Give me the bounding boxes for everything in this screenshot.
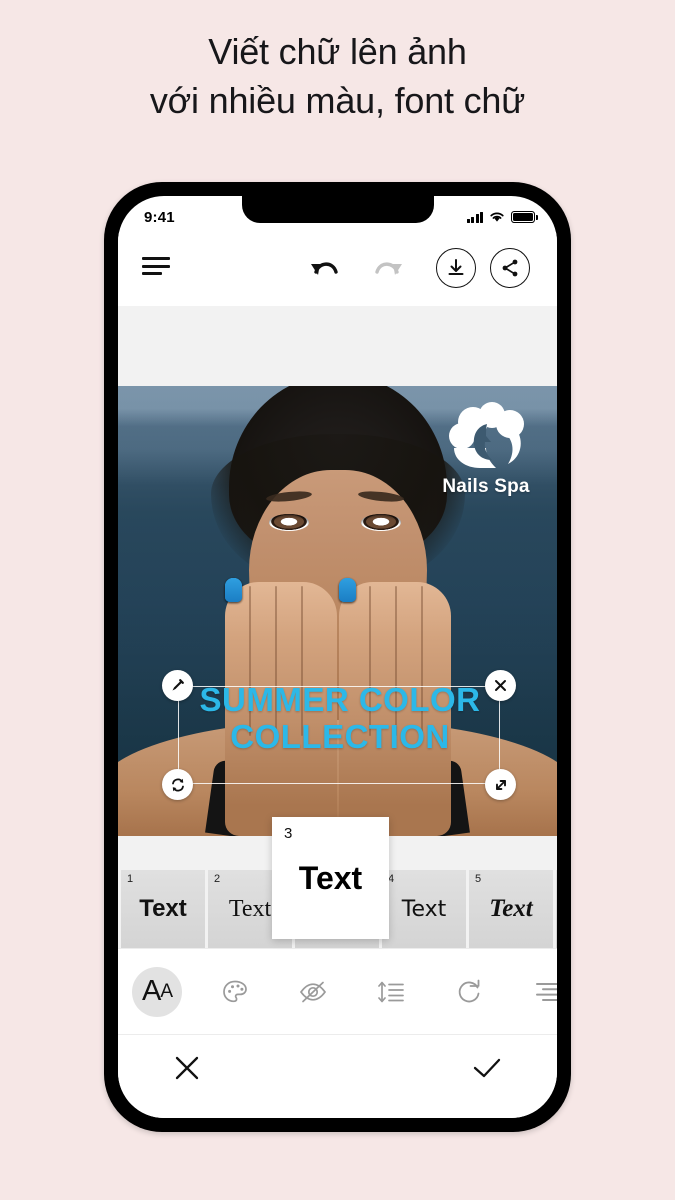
app-toolbar	[118, 232, 557, 306]
share-button[interactable]	[490, 248, 530, 288]
model-eye-right	[361, 514, 401, 531]
eye-off-icon	[298, 979, 328, 1005]
share-icon	[502, 259, 518, 277]
overlay-text-line-1: SUMMER COLOR	[199, 681, 481, 718]
font-tile-label: Text	[139, 895, 187, 922]
pencil-icon	[172, 679, 184, 691]
resize-handle[interactable]	[485, 769, 516, 800]
redo-arrow-icon	[375, 262, 402, 275]
page-title: Viết chữ lên ảnh với nhiều màu, font chữ	[0, 28, 675, 126]
font-tile-4[interactable]: 4 Text	[382, 870, 466, 948]
status-icons	[466, 211, 538, 223]
close-x-icon	[175, 1056, 199, 1080]
photo-layer[interactable]: Nails Spa SUMMER COLOR COLLECTION	[118, 386, 557, 836]
undo-arrow-icon	[311, 262, 338, 275]
font-tile-label: Text	[489, 895, 533, 922]
font-tile-5[interactable]: 5 Text	[469, 870, 553, 948]
edit-handle[interactable]	[162, 670, 193, 701]
confirm-bar	[118, 1034, 557, 1118]
download-icon	[448, 259, 464, 275]
confirm-button[interactable]	[471, 1053, 503, 1083]
download-button[interactable]	[436, 248, 476, 288]
checkmark-icon	[473, 1058, 501, 1078]
battery-full-icon	[511, 211, 538, 223]
align-tool-button[interactable]	[508, 949, 557, 1035]
font-size-aa-icon: AA	[141, 975, 173, 1007]
rotate-tool-button[interactable]	[430, 949, 508, 1035]
blue-nail	[224, 578, 242, 602]
undo-button[interactable]	[308, 256, 340, 282]
close-x-icon	[495, 680, 506, 691]
wifi-icon	[490, 212, 504, 222]
line-height-tool-button[interactable]	[352, 949, 430, 1035]
text-tool-row[interactable]: AA	[118, 948, 557, 1034]
text-layer-selection[interactable]: SUMMER COLOR COLLECTION	[162, 670, 516, 800]
font-tile-1[interactable]: 1 Text	[121, 870, 205, 948]
font-tile-label: Text	[228, 895, 272, 922]
cancel-button[interactable]	[172, 1053, 202, 1083]
status-time: 9:41	[144, 208, 175, 226]
delete-handle[interactable]	[485, 670, 516, 701]
editor-canvas[interactable]: Nails Spa SUMMER COLOR COLLECTION	[118, 306, 557, 836]
cellular-signal-icon	[466, 211, 483, 223]
watermark-logo: Nails Spa	[433, 402, 539, 498]
font-tile-label: Text	[401, 896, 447, 922]
screenshot-root: Viết chữ lên ảnh với nhiều màu, font chữ…	[0, 0, 675, 1200]
overlay-text[interactable]: SUMMER COLOR COLLECTION	[179, 681, 501, 756]
redo-button[interactable]	[373, 256, 405, 282]
phone-notch	[241, 196, 434, 223]
font-popup-label: Text	[298, 859, 363, 896]
font-selected-popup[interactable]: 3 Text	[272, 817, 389, 939]
font-tile-index: 5	[475, 873, 482, 885]
headline-line-1: Viết chữ lên ảnh	[208, 31, 467, 72]
rotate-handle[interactable]	[162, 769, 193, 800]
nails-spa-woman-silhouette-logo	[449, 402, 524, 468]
overlay-text-line-2: COLLECTION	[230, 718, 450, 756]
model-eye-left	[269, 514, 309, 531]
font-tile-6[interactable]: 6 Text	[556, 870, 557, 948]
font-tool-button[interactable]: AA	[118, 949, 196, 1035]
hamburger-menu-icon[interactable]	[142, 256, 170, 276]
font-tile-index: 2	[214, 873, 221, 885]
color-palette-icon	[221, 978, 249, 1006]
font-popup-index: 3	[284, 825, 293, 842]
rotate-cw-icon	[455, 978, 483, 1006]
blue-nail	[338, 578, 356, 602]
color-tool-button[interactable]	[196, 949, 274, 1035]
logo-label: Nails Spa	[442, 476, 530, 497]
line-spacing-icon	[376, 979, 406, 1005]
resize-diagonal-arrow-icon	[495, 779, 506, 790]
phone-mockup: 9:41 Nails Spa SUMMER COLOR COLLECTION 1…	[104, 182, 571, 1132]
text-align-icon	[533, 980, 557, 1004]
opacity-tool-button[interactable]	[274, 949, 352, 1035]
rotate-sync-icon	[171, 777, 184, 792]
phone-screen: 9:41 Nails Spa SUMMER COLOR COLLECTION 1…	[118, 196, 557, 1118]
headline-line-2: với nhiều màu, font chữ	[149, 79, 526, 121]
font-tile-index: 1	[127, 873, 134, 885]
